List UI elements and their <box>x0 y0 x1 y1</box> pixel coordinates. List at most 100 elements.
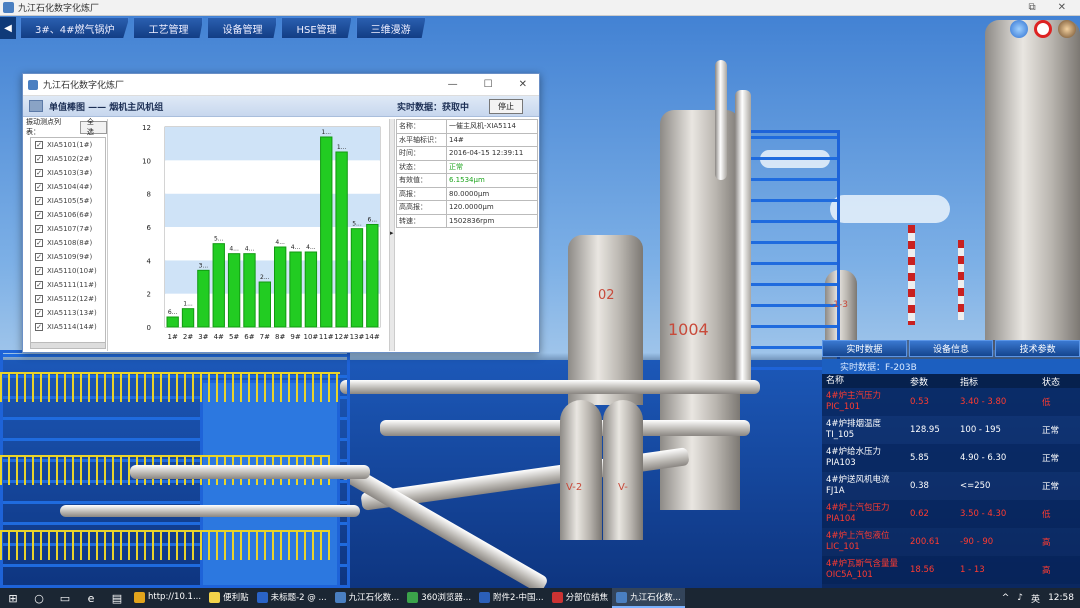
property-key: 时间： <box>396 146 447 161</box>
x-tick-label: 14# <box>365 333 380 341</box>
realtime-row[interactable]: 4#炉瓦斯气含量量OIC5A_101 18.56 1 - 13 高 <box>822 556 1080 584</box>
task-view-icon[interactable]: ▭ <box>52 588 78 608</box>
point-list-item[interactable]: ✓ XIA5106(6#) <box>31 208 105 222</box>
param-name: 4#炉上汽包压力PIA104 <box>826 503 890 524</box>
checkbox[interactable]: ✓ <box>35 309 43 317</box>
point-list-item[interactable]: ✓ XIA5110(10#) <box>31 264 105 278</box>
point-list-item[interactable]: ✓ XIA5112(12#) <box>31 292 105 306</box>
point-list-item[interactable]: ✓ XIA5104(4#) <box>31 180 105 194</box>
close-button[interactable]: ✕ <box>519 79 527 90</box>
tab-process[interactable]: 工艺管理 <box>133 17 204 39</box>
tab-equipment-info[interactable]: 设备信息 <box>908 340 994 357</box>
checkbox[interactable]: ✓ <box>35 253 43 261</box>
checkbox[interactable]: ✓ <box>35 239 43 247</box>
chevron-up-icon[interactable]: ^ <box>1002 593 1010 603</box>
point-list-item[interactable]: ✓ XIA5111(11#) <box>31 278 105 292</box>
maximize-button[interactable]: ☐ <box>484 79 493 90</box>
checkbox[interactable]: ✓ <box>35 323 43 331</box>
point-list-item[interactable]: ✓ XIA5108(8#) <box>31 236 105 250</box>
checkbox[interactable]: ✓ <box>35 295 43 303</box>
checkbox[interactable]: ✓ <box>35 183 43 191</box>
checkbox[interactable]: ✓ <box>35 169 43 177</box>
bar <box>289 251 302 328</box>
bell-icon[interactable] <box>1010 20 1028 38</box>
taskbar-item[interactable]: 便利贴 <box>205 588 253 608</box>
tab-3d-tour[interactable]: 三维漫游 <box>355 17 426 39</box>
realtime-panel: 实时数据 设备信息 技术参数 实时数据：F-203B 名称 参数 指标 状态 4… <box>822 340 1080 588</box>
tab-hse[interactable]: HSE管理 <box>281 17 352 39</box>
point-list[interactable]: ✓ XIA5101(1#) ✓ XIA5102(2#) ✓ XIA5103(3#) ✓ XIA… <box>30 137 106 345</box>
checkbox[interactable]: ✓ <box>35 225 43 233</box>
checkbox[interactable]: ✓ <box>35 155 43 163</box>
point-list-item[interactable]: ✓ XIA5114(14#) <box>31 320 105 334</box>
panel-splitter[interactable]: ▸ <box>389 119 395 351</box>
realtime-row[interactable]: 4#炉送风机电流FJ1A 0.38 <=250 正常 <box>822 472 1080 500</box>
taskbar-item[interactable]: 未标题-2 @ ... <box>253 588 331 608</box>
taskbar-item[interactable]: 360浏览器... <box>403 588 475 608</box>
vessel-tag: 02 <box>598 288 615 303</box>
point-label: XIA5111(11#) <box>47 281 97 289</box>
point-list-item[interactable]: ✓ XIA5101(1#) <box>31 138 105 152</box>
realtime-row[interactable]: 4#炉给水压力PIA103 5.85 4.90 - 6.30 正常 <box>822 444 1080 472</box>
realtime-row[interactable]: 4#炉上汽包压力PIA104 0.62 3.50 - 4.30 低 <box>822 500 1080 528</box>
input-language[interactable]: 英 <box>1031 592 1040 605</box>
property-value: 1502836rpm <box>446 213 538 228</box>
folder-icon[interactable]: ▤ <box>104 588 130 608</box>
restore-button[interactable]: ⧉ <box>1028 2 1035 13</box>
close-button[interactable]: ✕ <box>1058 2 1066 13</box>
data-label: 1... <box>183 301 193 308</box>
tab-tech-params[interactable]: 技术参数 <box>995 340 1080 357</box>
y-tick-label: 6 <box>147 224 152 232</box>
taskbar-item[interactable]: 附件2-中国... <box>475 588 548 608</box>
stop-button[interactable]: 停止 <box>489 98 523 114</box>
y-tick-label: 12 <box>142 124 151 132</box>
clock[interactable]: 12:58 <box>1048 593 1074 603</box>
taskbar-items: http://10.1... 便利贴 未标题-2 @ ... 九江石化数... 360浏… <box>130 588 685 608</box>
realtime-row[interactable]: 4#炉上汽包液位LIC_101 200.61 -90 - 90 高 <box>822 528 1080 556</box>
x-tick-label: 6# <box>244 333 254 341</box>
search-icon[interactable]: ○ <box>26 588 52 608</box>
point-list-item[interactable]: ✓ XIA5105(5#) <box>31 194 105 208</box>
x-tick-label: 4# <box>214 333 224 341</box>
checkbox[interactable]: ✓ <box>35 197 43 205</box>
horizontal-scrollbar[interactable] <box>30 342 106 349</box>
point-list-item[interactable]: ✓ XIA5102(2#) <box>31 152 105 166</box>
param-range: 4.90 - 6.30 <box>960 453 1007 463</box>
point-list-item[interactable]: ✓ XIA5113(13#) <box>31 306 105 320</box>
checkbox[interactable]: ✓ <box>35 267 43 275</box>
realtime-row[interactable]: 4#炉排烟温度TI_105 128.95 100 - 195 正常 <box>822 416 1080 444</box>
param-value: 0.62 <box>910 509 929 519</box>
bar <box>274 246 287 328</box>
checkbox[interactable]: ✓ <box>35 281 43 289</box>
checkbox[interactable]: ✓ <box>35 211 43 219</box>
x-tick-label: 7# <box>260 333 270 341</box>
taskbar-item[interactable]: 分部位结焦 <box>548 588 613 608</box>
bar <box>227 253 241 328</box>
taskbar-item[interactable]: 九江石化数... <box>612 588 685 608</box>
realtime-row[interactable]: 4#炉主汽压力PIC_101 0.53 3.40 - 3.80 低 <box>822 388 1080 416</box>
point-list-item[interactable]: ✓ XIA5103(3#) <box>31 166 105 180</box>
param-name: 4#炉上汽包液位LIC_101 <box>826 531 890 552</box>
top-right-tools <box>1010 20 1076 38</box>
tab-equipment[interactable]: 设备管理 <box>207 17 278 39</box>
edge-icon[interactable]: e <box>78 588 104 608</box>
app-icon <box>479 591 491 603</box>
point-list-item[interactable]: ✓ XIA5107(7#) <box>31 222 105 236</box>
bar <box>197 269 210 328</box>
windows-start-icon[interactable]: ⊞ <box>0 588 26 608</box>
param-range: 1 - 13 <box>960 565 985 575</box>
select-all-button[interactable]: 全选 <box>79 118 107 136</box>
taskbar-item[interactable]: 九江石化数... <box>331 588 404 608</box>
no-entry-icon[interactable] <box>1034 20 1052 38</box>
chevron-left-icon[interactable]: ◀ <box>0 17 16 39</box>
tab-realtime-data[interactable]: 实时数据 <box>822 340 907 357</box>
tab-boiler[interactable]: 3#、4#燃气锅炉 <box>20 17 130 39</box>
volume-icon[interactable]: ♪ <box>1017 593 1023 603</box>
user-icon[interactable] <box>1058 20 1076 38</box>
param-value: 128.95 <box>910 425 940 435</box>
point-list-item[interactable]: ✓ XIA5109(9#) <box>31 250 105 264</box>
minimize-button[interactable]: — <box>448 79 458 90</box>
checkbox[interactable]: ✓ <box>35 141 43 149</box>
taskbar-item[interactable]: http://10.1... <box>130 588 205 608</box>
chevron-right-icon[interactable]: ▸ <box>390 229 394 237</box>
